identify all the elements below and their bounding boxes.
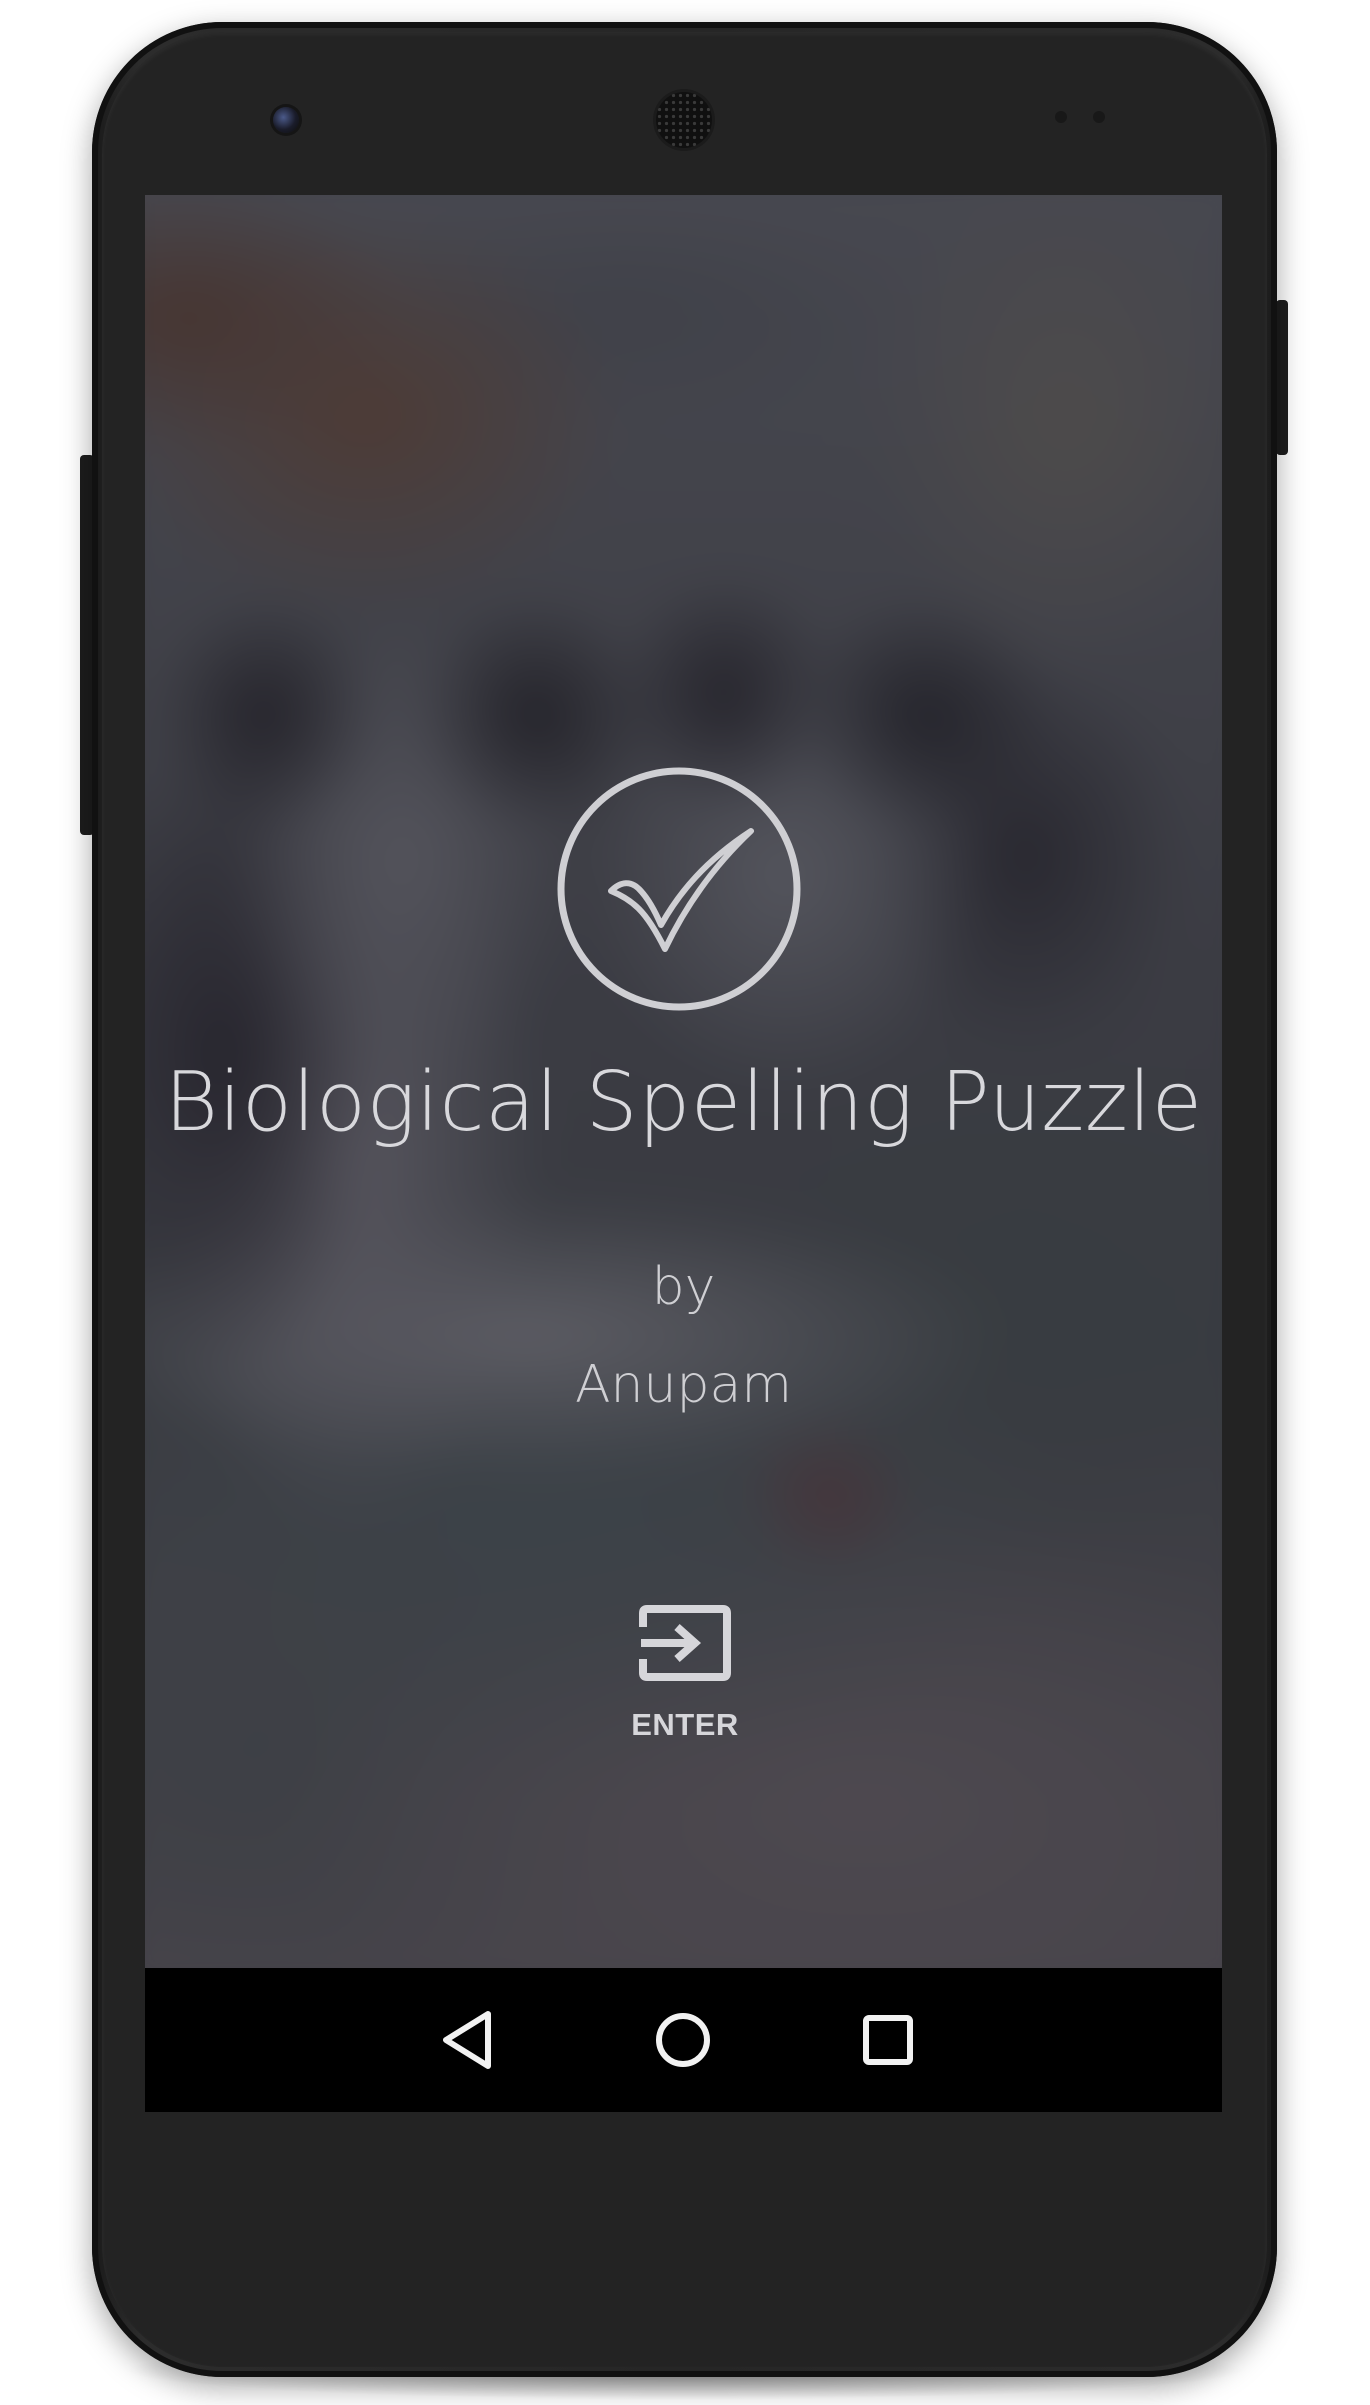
checkmark-circle-icon bbox=[555, 765, 803, 1013]
earpiece-speaker-icon bbox=[656, 92, 712, 148]
recents-square-icon bbox=[863, 2015, 913, 2065]
enter-label: ENTER bbox=[631, 1707, 739, 1742]
device-mockup: Biological Spelling Puzzle by Anupam ENT… bbox=[0, 0, 1370, 2405]
front-camera-icon bbox=[273, 107, 299, 133]
splash-screen: Biological Spelling Puzzle by Anupam ENT… bbox=[145, 195, 1222, 1968]
proximity-sensor-icon bbox=[1055, 111, 1067, 123]
by-label: by bbox=[651, 1257, 716, 1317]
input-enter-icon bbox=[639, 1605, 731, 1681]
home-button[interactable] bbox=[643, 2000, 723, 2080]
app-title: Biological Spelling Puzzle bbox=[164, 1055, 1203, 1150]
author-name: Anupam bbox=[574, 1355, 792, 1415]
home-circle-icon bbox=[656, 2013, 710, 2067]
back-button[interactable] bbox=[428, 2000, 508, 2080]
light-sensor-icon bbox=[1093, 111, 1105, 123]
enter-button[interactable]: ENTER bbox=[615, 1605, 755, 1755]
recents-button[interactable] bbox=[848, 2000, 928, 2080]
phone-screen: Biological Spelling Puzzle by Anupam ENT… bbox=[145, 195, 1222, 2112]
power-button bbox=[1276, 300, 1288, 455]
system-navigation-bar bbox=[145, 1968, 1222, 2112]
back-triangle-icon bbox=[443, 2011, 491, 2069]
splash-content: Biological Spelling Puzzle by Anupam ENT… bbox=[145, 195, 1222, 1968]
